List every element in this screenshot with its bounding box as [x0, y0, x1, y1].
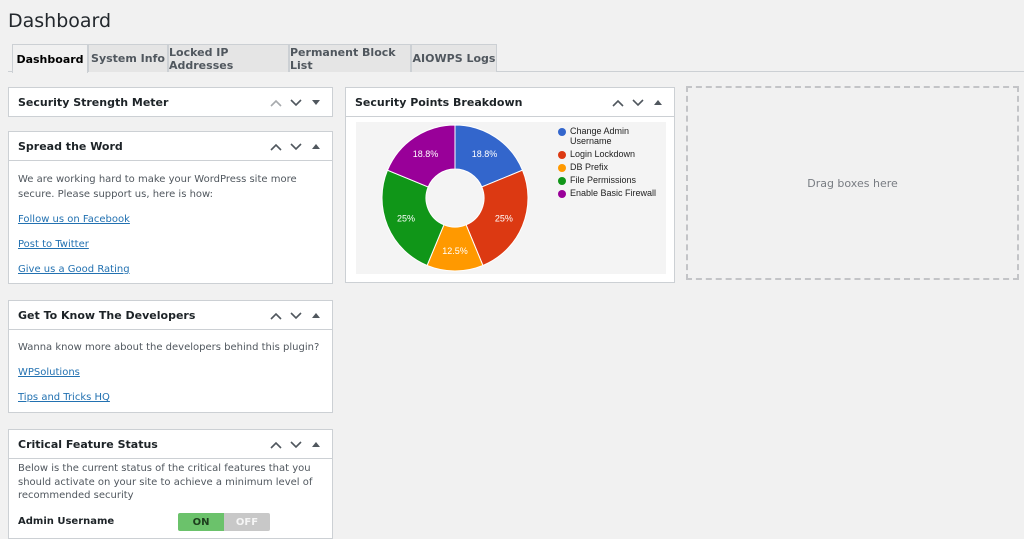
facebook-link[interactable]: Follow us on Facebook	[18, 212, 323, 227]
legend-swatch	[558, 190, 566, 198]
widget-header[interactable]: Security Points Breakdown	[346, 88, 674, 117]
drop-zone[interactable]: Drag boxes here	[686, 86, 1019, 280]
widget-title: Get To Know The Developers	[18, 308, 196, 322]
widget-title: Security Points Breakdown	[355, 95, 523, 109]
spread-word-text: We are working hard to make your WordPre…	[18, 174, 297, 200]
slice-label: 12.5%	[442, 246, 468, 256]
move-down-button[interactable]	[628, 93, 648, 113]
legend-item[interactable]: DB Prefix	[558, 162, 660, 172]
legend-swatch	[558, 151, 566, 159]
legend-label: DB Prefix	[570, 162, 609, 172]
tab-dashboard[interactable]: Dashboard	[12, 44, 88, 73]
legend-item[interactable]: Enable Basic Firewall	[558, 188, 660, 198]
chevron-up-icon	[270, 312, 282, 320]
toggle-panel-button[interactable]	[306, 306, 326, 326]
legend-item[interactable]: Login Lockdown	[558, 149, 660, 159]
move-down-button[interactable]	[286, 306, 306, 326]
move-up-button[interactable]	[608, 93, 628, 113]
move-up-button[interactable]	[266, 435, 286, 455]
toggle-panel-button[interactable]	[306, 137, 326, 157]
widget-header[interactable]: Get To Know The Developers	[9, 301, 332, 330]
critical-text: Below is the current status of the criti…	[18, 463, 313, 501]
widget-spread-the-word: Spread the Word We are working hard to m…	[8, 131, 333, 284]
widget-developers: Get To Know The Developers Wanna know mo…	[8, 300, 333, 413]
rating-link[interactable]: Give us a Good Rating	[18, 262, 323, 277]
chart-legend: Change Admin Username Login Lockdown DB Pr…	[558, 126, 660, 201]
legend-item[interactable]: Change Admin Username	[558, 126, 660, 146]
caret-up-icon	[312, 143, 320, 149]
slice-label: 25%	[495, 213, 513, 223]
move-down-button[interactable]	[286, 137, 306, 157]
widget-critical-feature-status: Critical Feature Status Below is the cur…	[8, 429, 333, 539]
move-down-button[interactable]	[286, 93, 306, 113]
slice-label: 18.8%	[472, 149, 498, 159]
donut-chart-svg: 18.8% 25% 12.5% 25% 18.8%	[381, 124, 529, 272]
move-up-button[interactable]	[266, 93, 286, 113]
move-up-button[interactable]	[266, 137, 286, 157]
chevron-up-icon	[270, 441, 282, 449]
tab-system-info[interactable]: System Info	[88, 44, 168, 72]
admin-username-toggle[interactable]: ON OFF	[178, 513, 270, 531]
chevron-down-icon	[632, 98, 644, 106]
twitter-link[interactable]: Post to Twitter	[18, 237, 323, 252]
tab-locked-ip-addresses[interactable]: Locked IP Addresses	[168, 44, 289, 72]
legend-swatch	[558, 128, 566, 136]
widget-title: Spread the Word	[18, 139, 123, 153]
caret-up-icon	[654, 99, 662, 105]
toggle-panel-button[interactable]	[306, 93, 326, 113]
chevron-up-icon	[270, 99, 282, 107]
tab-aiowps-logs[interactable]: AIOWPS Logs	[411, 44, 497, 72]
widget-title: Security Strength Meter	[18, 96, 169, 109]
widget-header[interactable]: Critical Feature Status	[9, 430, 332, 459]
legend-item[interactable]: File Permissions	[558, 175, 660, 185]
developers-text: Wanna know more about the developers beh…	[18, 342, 320, 353]
widget-header[interactable]: Security Strength Meter	[9, 88, 332, 117]
chevron-up-icon	[612, 99, 624, 107]
widget-title: Critical Feature Status	[18, 437, 158, 451]
feature-label-admin-username: Admin Username	[18, 516, 115, 527]
chevron-up-icon	[270, 143, 282, 151]
toggle-off[interactable]: OFF	[224, 513, 270, 531]
tips-and-tricks-link[interactable]: Tips and Tricks HQ	[18, 390, 323, 405]
widget-security-strength-meter: Security Strength Meter	[8, 87, 333, 117]
caret-down-icon	[312, 99, 320, 105]
toggle-panel-button[interactable]	[648, 93, 668, 113]
slice-label: 25%	[397, 213, 415, 223]
toggle-panel-button[interactable]	[306, 435, 326, 455]
widget-header[interactable]: Spread the Word	[9, 132, 332, 161]
chevron-down-icon	[290, 98, 302, 106]
move-down-button[interactable]	[286, 435, 306, 455]
chevron-down-icon	[290, 440, 302, 448]
caret-up-icon	[312, 312, 320, 318]
chevron-down-icon	[290, 142, 302, 150]
drop-zone-text: Drag boxes here	[807, 176, 898, 190]
move-up-button[interactable]	[266, 306, 286, 326]
legend-swatch	[558, 164, 566, 172]
nav-tabs: Dashboard System Info Locked IP Addresse…	[8, 44, 1024, 73]
chevron-down-icon	[290, 311, 302, 319]
legend-label: Change Admin Username	[570, 126, 630, 146]
widget-security-points-breakdown: Security Points Breakdown 18.8% 25% 12.5% 2…	[345, 87, 675, 283]
page-title: Dashboard	[8, 10, 112, 32]
legend-label: File Permissions	[570, 175, 637, 185]
toggle-on[interactable]: ON	[178, 513, 224, 531]
caret-up-icon	[312, 441, 320, 447]
donut-chart: 18.8% 25% 12.5% 25% 18.8% Change Admin Usern…	[356, 122, 666, 274]
legend-label: Login Lockdown	[570, 149, 636, 159]
slice-label: 18.8%	[413, 149, 439, 159]
wpsolutions-link[interactable]: WPSolutions	[18, 365, 323, 380]
tab-permanent-block-list[interactable]: Permanent Block List	[289, 44, 411, 72]
legend-swatch	[558, 177, 566, 185]
legend-label: Enable Basic Firewall	[570, 188, 657, 198]
